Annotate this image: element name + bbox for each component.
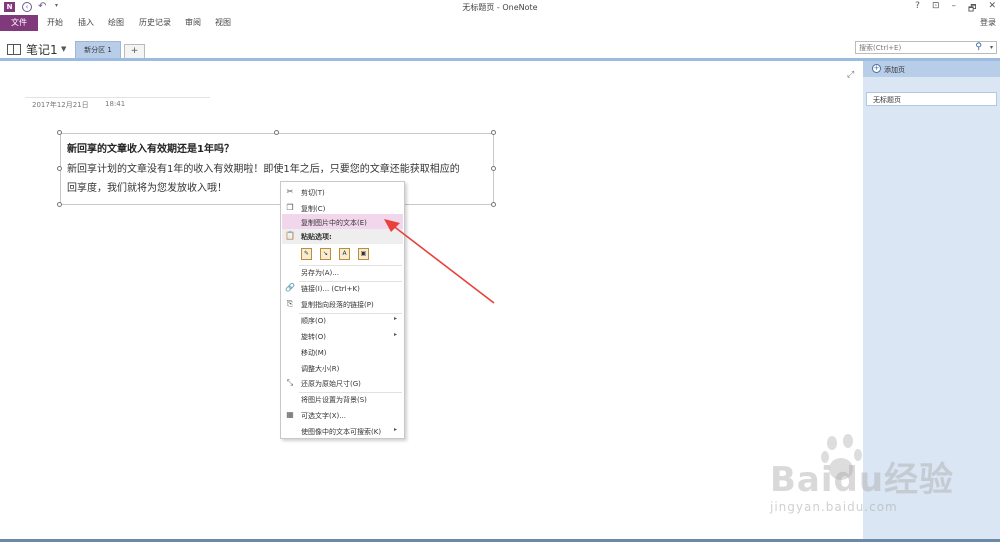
search-scope-dropdown-icon[interactable]: ▾ (990, 44, 993, 51)
menu-item-move[interactable]: 移动(M) (282, 344, 403, 360)
page-date: 2017年12月21日 (32, 101, 89, 109)
restore-size-icon: ⤡ (286, 378, 294, 387)
resize-handle[interactable] (274, 130, 279, 135)
search-box[interactable]: 搜索(Ctrl+E) ⚲ ▾ (855, 41, 997, 54)
add-section-button[interactable]: + (124, 44, 145, 58)
menu-item-order[interactable]: 顺序(O) ▸ (282, 312, 403, 328)
resize-handle[interactable] (491, 166, 496, 171)
tab-view[interactable]: 视图 (215, 17, 231, 28)
notebook-dropdown-icon[interactable]: ▼ (61, 45, 66, 53)
menu-item-set-background[interactable]: 将图片设置为背景(S) (282, 391, 403, 407)
tab-review[interactable]: 审阅 (185, 17, 201, 28)
picture-title-text: 新回享的文章收入有效期还是1年吗？ (67, 144, 234, 155)
tab-history[interactable]: 历史记录 (139, 17, 171, 28)
tab-insert[interactable]: 插入 (78, 17, 94, 28)
clipboard-icon: 📋 (285, 231, 295, 240)
menu-item-make-searchable[interactable]: 使图像中的文本可搜索(K) ▸ (282, 423, 403, 439)
notebook-bar: 笔记1 ▼ 新分区 1 + 搜索(Ctrl+E) ⚲ ▾ (0, 38, 1000, 59)
menu-item-alt-text[interactable]: ▦ 可选文字(X)... (282, 407, 403, 423)
resize-handle[interactable] (57, 202, 62, 207)
paste-merge-formatting-icon[interactable]: ↘ (320, 248, 331, 260)
watermark-brand: Baidu经验 (770, 460, 955, 500)
paragraph-link-icon: ⎘ (286, 299, 294, 308)
quick-access-dropdown-icon[interactable]: ▾ (55, 2, 58, 9)
search-input[interactable]: 搜索(Ctrl+E) (859, 43, 901, 53)
tab-home[interactable]: 开始 (47, 17, 63, 28)
notebook-name[interactable]: 笔记1 (26, 41, 58, 58)
add-page-button[interactable]: + 添加页 (863, 61, 1000, 77)
resize-handle[interactable] (57, 130, 62, 135)
picture-body-text: 回享度，我们就将为您发放收入哦！ (67, 183, 227, 194)
page-list-item[interactable]: 无标题页 (866, 92, 997, 106)
picture-body-text: 新回享计划的文章没有1年的收入有效期啦！即使1年之后，只要您的文章还能获取相应的 (67, 164, 460, 175)
watermark-url: jingyan.baidu.com (770, 500, 898, 514)
title-underline (25, 97, 210, 98)
back-icon[interactable]: ‹ (22, 2, 32, 12)
plus-circle-icon: + (872, 64, 881, 73)
resize-handle[interactable] (491, 202, 496, 207)
image-icon: ▦ (286, 410, 294, 419)
paste-picture-icon[interactable]: ▣ (358, 248, 369, 260)
search-icon[interactable]: ⚲ (975, 42, 982, 52)
link-icon: 🔗 (285, 283, 295, 292)
submenu-arrow-icon: ▸ (393, 426, 397, 433)
tab-draw[interactable]: 绘图 (108, 17, 124, 28)
ribbon-tabs: 文件 开始 插入 绘图 历史记录 审阅 视图 登录 (0, 14, 1000, 32)
submenu-arrow-icon: ▸ (393, 331, 397, 338)
paste-text-only-icon[interactable]: A (339, 248, 350, 260)
arrow-shaft (391, 224, 495, 304)
tab-file[interactable]: 文件 (0, 15, 38, 31)
menu-item-resize[interactable]: 调整大小(R) (282, 360, 403, 376)
resize-handle[interactable] (57, 166, 62, 171)
copy-icon: ❐ (286, 203, 294, 212)
full-page-view-icon[interactable]: ⤢ (847, 70, 854, 80)
scissors-icon: ✂ (286, 187, 294, 196)
notebook-icon[interactable] (7, 44, 21, 55)
sign-in-link[interactable]: 登录 (980, 17, 996, 28)
window-title: 无标题页 - OneNote (462, 3, 538, 12)
undo-icon[interactable]: ↶ (38, 1, 46, 12)
title-bar: N ‹ ↶ ▾ 无标题页 - OneNote ? ⊡ – 🗗 ✕ (0, 0, 1000, 14)
resize-handle[interactable] (491, 130, 496, 135)
menu-item-cut[interactable]: ✂ 剪切(T) (282, 184, 403, 200)
page-time: 18:41 (105, 100, 126, 108)
paste-keep-formatting-icon[interactable]: ✎ (301, 248, 312, 260)
annotation-arrow (384, 219, 495, 304)
submenu-arrow-icon: ▸ (393, 315, 397, 322)
menu-item-rotate[interactable]: 旋转(O) ▸ (282, 328, 403, 344)
onenote-app-icon: N (4, 2, 15, 12)
section-tab[interactable]: 新分区 1 (75, 41, 121, 59)
menu-item-restore-size[interactable]: ⤡ 还原为原始尺寸(G) (282, 375, 403, 391)
